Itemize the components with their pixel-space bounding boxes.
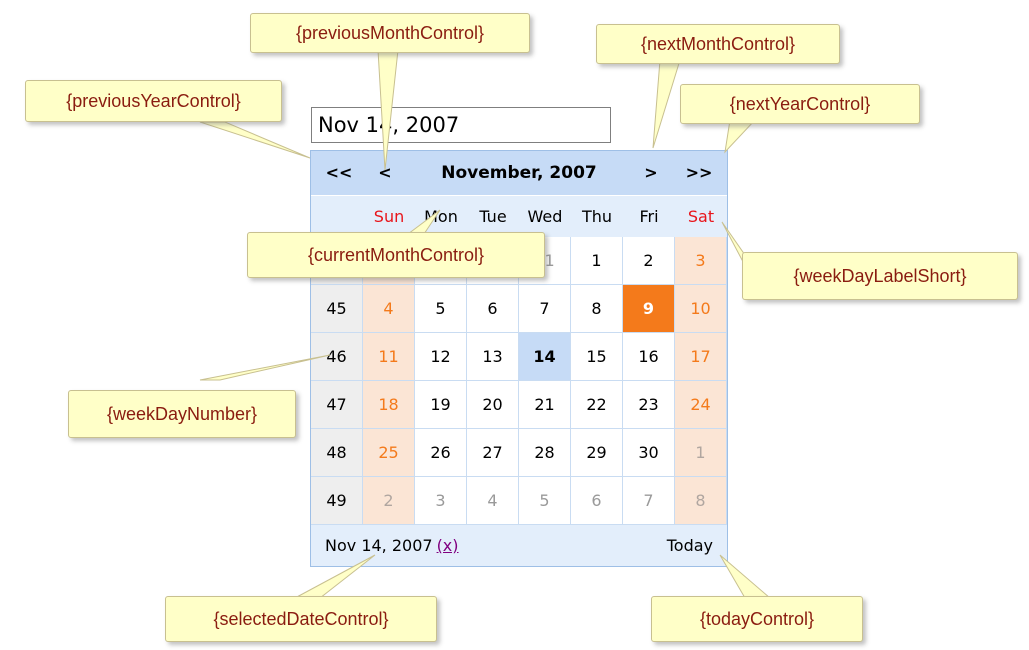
next-year-button[interactable]: >> [679,151,719,195]
day-cell[interactable]: 22 [571,381,623,429]
day-cell[interactable]: 6 [571,477,623,525]
date-input[interactable] [311,107,611,143]
callout-next-year: {nextYearControl} [680,84,920,124]
day-cell[interactable]: 8 [675,477,727,525]
week-number-cell: 47 [311,381,363,429]
current-month-title[interactable]: November, 2007 [401,151,637,195]
day-cell[interactable]: 7 [623,477,675,525]
weekday-label-thu: Thu [581,207,613,226]
day-cell[interactable]: 21 [519,381,571,429]
callout-previous-year: {previousYearControl} [25,80,282,122]
day-cell[interactable]: 11 [363,333,415,381]
day-cell[interactable]: 19 [415,381,467,429]
callout-week-day-label-short: {weekDayLabelShort} [742,252,1018,300]
day-cell[interactable]: 24 [675,381,727,429]
callout-current-month: {currentMonthControl} [247,232,545,278]
next-month-button[interactable]: > [633,151,669,195]
callout-selected-date: {selectedDateControl} [165,596,437,642]
day-cell[interactable]: 12 [415,333,467,381]
day-cell[interactable]: 2 [363,477,415,525]
week-number-cell: 49 [311,477,363,525]
day-cell[interactable]: 23 [623,381,675,429]
callout-previous-month: {previousMonthControl} [250,13,530,53]
day-cell[interactable]: 16 [623,333,675,381]
pointer-previous-year [199,121,311,159]
day-cell[interactable]: 6 [467,285,519,333]
day-cell[interactable]: 15 [571,333,623,381]
day-cell[interactable]: 1 [571,237,623,285]
weekday-header-row: Sun Mon Tue Wed Thu Fri Sat [311,195,727,237]
clear-date-link[interactable]: (x) [437,536,459,555]
selected-date-control: Nov 14, 2007 (x) [325,525,459,566]
day-cell[interactable]: 1 [675,429,727,477]
calendar-footer: Nov 14, 2007 (x) Today [311,525,727,566]
day-cell[interactable]: 4 [363,285,415,333]
today-button[interactable]: Today [667,525,713,566]
day-cell[interactable]: 3 [675,237,727,285]
day-cell[interactable]: 5 [415,285,467,333]
day-cell[interactable]: 28 [519,429,571,477]
weekday-label-fri: Fri [639,207,659,226]
pointer-next-month [652,59,681,149]
day-cell[interactable]: 29 [571,429,623,477]
day-cell[interactable]: 14 [519,333,571,381]
day-cell[interactable]: 17 [675,333,727,381]
day-cell[interactable]: 10 [675,285,727,333]
day-cell[interactable]: 26 [415,429,467,477]
calendar-popup: << < November, 2007 > >> Sun Mon Tue Wed… [310,150,728,567]
weekday-label-sat: Sat [687,207,715,226]
day-cell[interactable]: 13 [467,333,519,381]
selected-date-text: Nov 14, 2007 [325,536,433,555]
week-number-cell: 48 [311,429,363,477]
day-cell[interactable]: 9 [623,285,675,333]
day-cell[interactable]: 27 [467,429,519,477]
day-cell[interactable]: 20 [467,381,519,429]
day-cell[interactable]: 3 [415,477,467,525]
week-number-cell: 45 [311,285,363,333]
day-cell[interactable]: 5 [519,477,571,525]
calendar-nav-bar: << < November, 2007 > >> [311,151,727,195]
day-cell[interactable]: 8 [571,285,623,333]
week-number-cell: 46 [311,333,363,381]
day-cell[interactable]: 25 [363,429,415,477]
previous-month-button[interactable]: < [367,151,403,195]
previous-year-button[interactable]: << [319,151,359,195]
day-cell[interactable]: 7 [519,285,571,333]
day-cell[interactable]: 4 [467,477,519,525]
callout-week-day-number: {weekDayNumber} [68,390,296,438]
calendar-day-grid: 4428293031123454567891046111213141516174… [311,237,727,525]
day-cell[interactable]: 18 [363,381,415,429]
day-cell[interactable]: 30 [623,429,675,477]
pointer-next-year [724,119,757,154]
day-cell[interactable]: 2 [623,237,675,285]
callout-next-month: {nextMonthControl} [596,24,840,64]
callout-today: {todayControl} [651,596,863,642]
